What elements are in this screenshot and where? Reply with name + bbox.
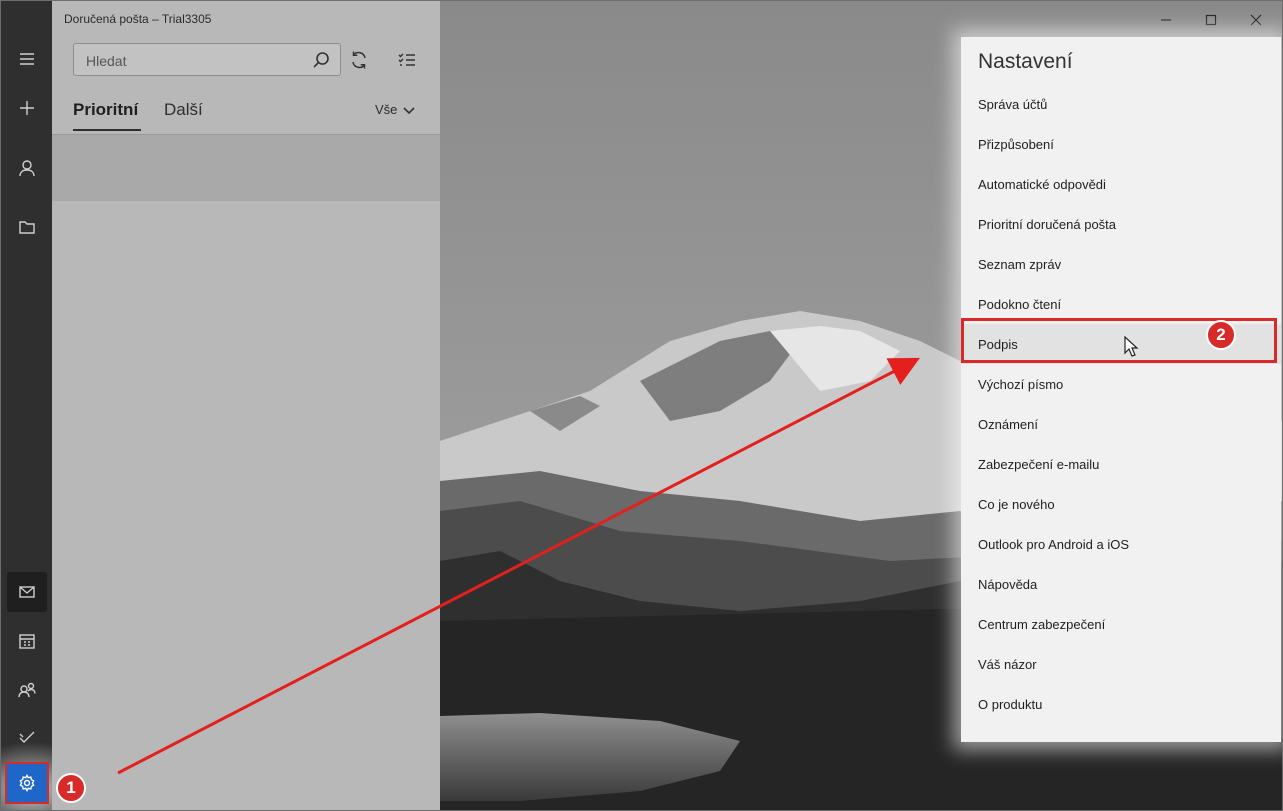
message-list-pane: Doručená pošta – Trial3305 Prioritní Dal… [52,1,440,810]
tab-prioritni[interactable]: Prioritní [73,100,138,120]
settings-item-oznameni[interactable]: Oznámení [961,404,1281,444]
maximize-icon[interactable] [1200,9,1222,31]
settings-item-vychozi-pismo[interactable]: Výchozí písmo [961,364,1281,404]
folder-icon[interactable] [7,207,47,247]
settings-item-centrum-zabezpeceni[interactable]: Centrum zabezpečení [961,604,1281,644]
calendar-icon[interactable] [7,621,47,661]
sync-icon[interactable] [347,48,371,72]
mail-icon[interactable] [7,572,47,612]
mouse-cursor-icon [1124,336,1139,357]
search-box[interactable] [73,43,341,77]
minimize-icon[interactable] [1155,9,1177,31]
filter-dropdown[interactable]: Vše [375,102,415,117]
close-icon[interactable] [1245,9,1267,31]
settings-title: Nastavení [978,50,1073,73]
hamburger-menu-icon[interactable] [7,39,47,79]
settings-item-automaticke-odpovedi[interactable]: Automatické odpovědi [961,164,1281,204]
people-icon[interactable] [7,670,47,710]
settings-item-o-produktu[interactable]: O produktu [961,684,1281,724]
settings-item-prizpusobeni[interactable]: Přizpůsobení [961,124,1281,164]
settings-item-outlook-pro-android-a-ios[interactable]: Outlook pro Android a iOS [961,524,1281,564]
tab-dalsi[interactable]: Další [164,100,203,120]
step-badge-1: 1 [56,773,86,803]
settings-item-napoveda[interactable]: Nápověda [961,564,1281,604]
settings-item-sprava-uctu[interactable]: Správa účtů [961,84,1281,124]
settings-item-prioritni-dorucena-posta[interactable]: Prioritní doručená pošta [961,204,1281,244]
active-tab-indicator [73,129,141,131]
search-icon[interactable] [312,51,330,69]
mail-app-window: Doručená pošta – Trial3305 Prioritní Dal… [0,0,1283,811]
step-badge-2: 2 [1206,320,1236,350]
list-item[interactable] [52,135,440,201]
filter-label: Vše [375,102,398,117]
new-mail-plus-icon[interactable] [7,88,47,128]
settings-item-zabezpeceni-e-mailu[interactable]: Zabezpečení e-mailu [961,444,1281,484]
person-icon[interactable] [7,148,47,188]
settings-panel: Nastavení Správa účtů Přizpůsobení Autom… [961,37,1281,742]
search-input[interactable] [84,44,288,77]
settings-item-vas-nazor[interactable]: Váš názor [961,644,1281,684]
settings-item-co-je-noveho[interactable]: Co je nového [961,484,1281,524]
select-mode-icon[interactable] [395,48,419,72]
window-title: Doručená pošta – Trial3305 [64,12,212,26]
navigation-rail [1,1,52,810]
gear-icon[interactable] [7,764,47,802]
settings-item-seznam-zprav[interactable]: Seznam zpráv [961,244,1281,284]
chevron-down-icon [403,106,415,114]
